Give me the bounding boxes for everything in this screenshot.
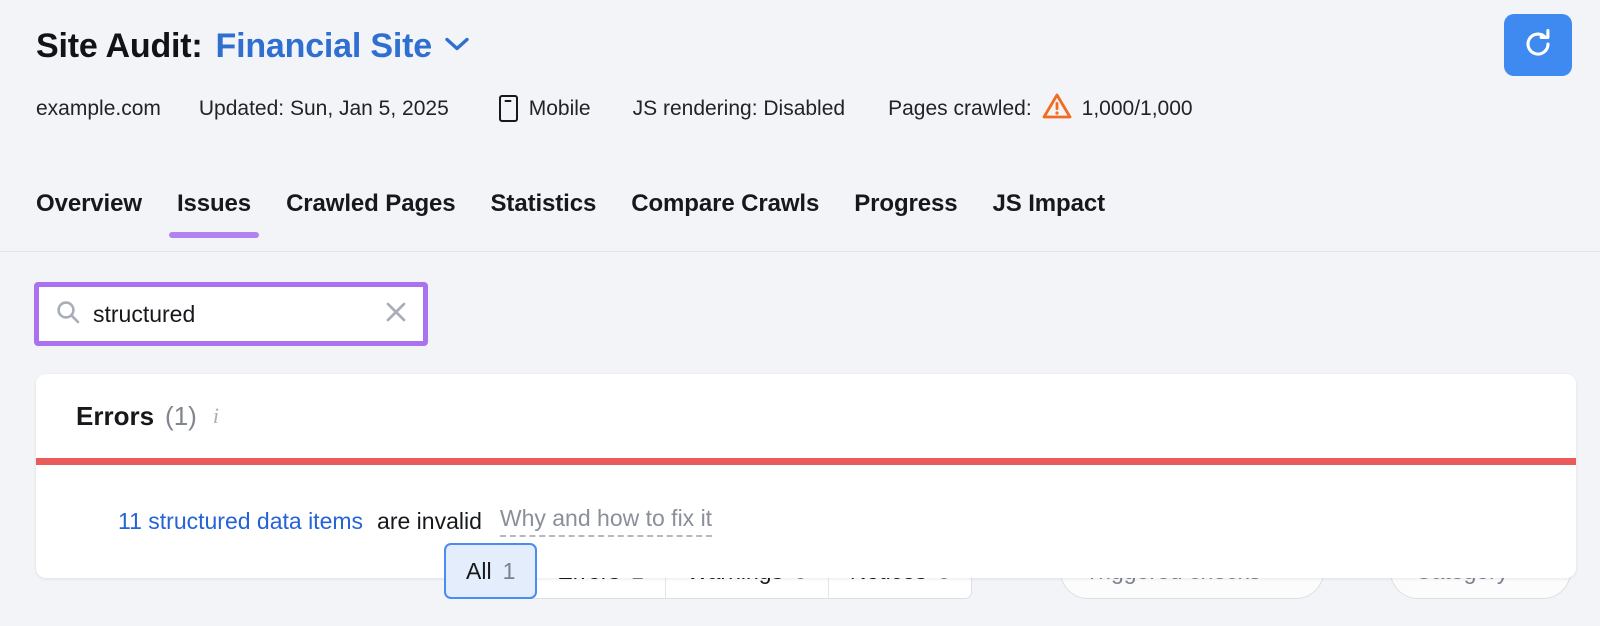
- search-input[interactable]: structured: [39, 287, 423, 341]
- search-highlight-annotation: structured: [34, 282, 428, 346]
- issue-description: are invalid: [377, 507, 482, 534]
- search-icon: [55, 299, 81, 330]
- tab-progress[interactable]: Progress: [854, 176, 957, 218]
- refresh-button[interactable]: [1504, 14, 1572, 76]
- page-title: Site Audit:: [36, 26, 203, 65]
- site-audit-page: Site Audit: Financial Site example.com U…: [0, 0, 1600, 626]
- errors-card: Errors (1) i 11 structured data items ar…: [36, 374, 1576, 578]
- pages-crawled-label: Pages crawled:: [888, 96, 1032, 120]
- issue-fix-link[interactable]: Why and how to fix it: [499, 505, 713, 537]
- page-header: Site Audit: Financial Site example.com U…: [0, 0, 1600, 176]
- warning-triangle-icon: [1042, 92, 1072, 125]
- domain-label: example.com: [36, 96, 161, 120]
- tab-issues[interactable]: Issues: [168, 176, 260, 238]
- errors-card-header: Errors (1) i: [36, 374, 1576, 458]
- js-rendering-label: JS rendering: Disabled: [632, 96, 846, 120]
- tab-compare-crawls[interactable]: Compare Crawls: [631, 176, 819, 218]
- tab-js-impact[interactable]: JS Impact: [993, 176, 1106, 218]
- table-row: 11 structured data items are invalid Why…: [36, 465, 1576, 577]
- meta-row: example.com Updated: Sun, Jan 5, 2025 Mo…: [36, 92, 1600, 125]
- segment-all[interactable]: All 1: [444, 543, 538, 599]
- tab-statistics[interactable]: Statistics: [491, 176, 597, 218]
- device-label: Mobile: [528, 96, 591, 120]
- filter-bar: structured All 1 Errors 1 Warnings 0: [0, 252, 1600, 599]
- chevron-down-icon: [444, 36, 470, 57]
- issue-link[interactable]: 11 structured data items: [118, 508, 363, 535]
- site-name-label: Financial Site: [215, 26, 433, 65]
- search-input-value: structured: [93, 302, 196, 326]
- segment-all-label: All: [466, 557, 492, 584]
- close-x-icon[interactable]: [383, 299, 409, 330]
- device-indicator: Mobile: [498, 95, 591, 122]
- title-row: Site Audit: Financial Site: [36, 22, 1600, 70]
- tab-crawled-pages[interactable]: Crawled Pages: [286, 176, 456, 218]
- mobile-phone-icon: [498, 95, 518, 122]
- site-selector[interactable]: Financial Site: [216, 27, 470, 66]
- errors-card-title: Errors: [76, 400, 155, 431]
- errors-severity-divider: [36, 458, 1576, 465]
- pages-crawled: Pages crawled: 1,000/1,000: [888, 92, 1193, 125]
- updated-label: Updated: Sun, Jan 5, 2025: [198, 96, 449, 120]
- info-icon[interactable]: i: [213, 403, 219, 429]
- errors-card-count: (1): [165, 400, 197, 431]
- tab-overview[interactable]: Overview: [36, 176, 142, 218]
- main-tabs: Overview Issues Crawled Pages Statistics…: [0, 176, 1600, 252]
- refresh-icon: [1521, 27, 1555, 64]
- pages-crawled-value: 1,000/1,000: [1081, 96, 1193, 120]
- segment-all-count: 1: [502, 557, 516, 584]
